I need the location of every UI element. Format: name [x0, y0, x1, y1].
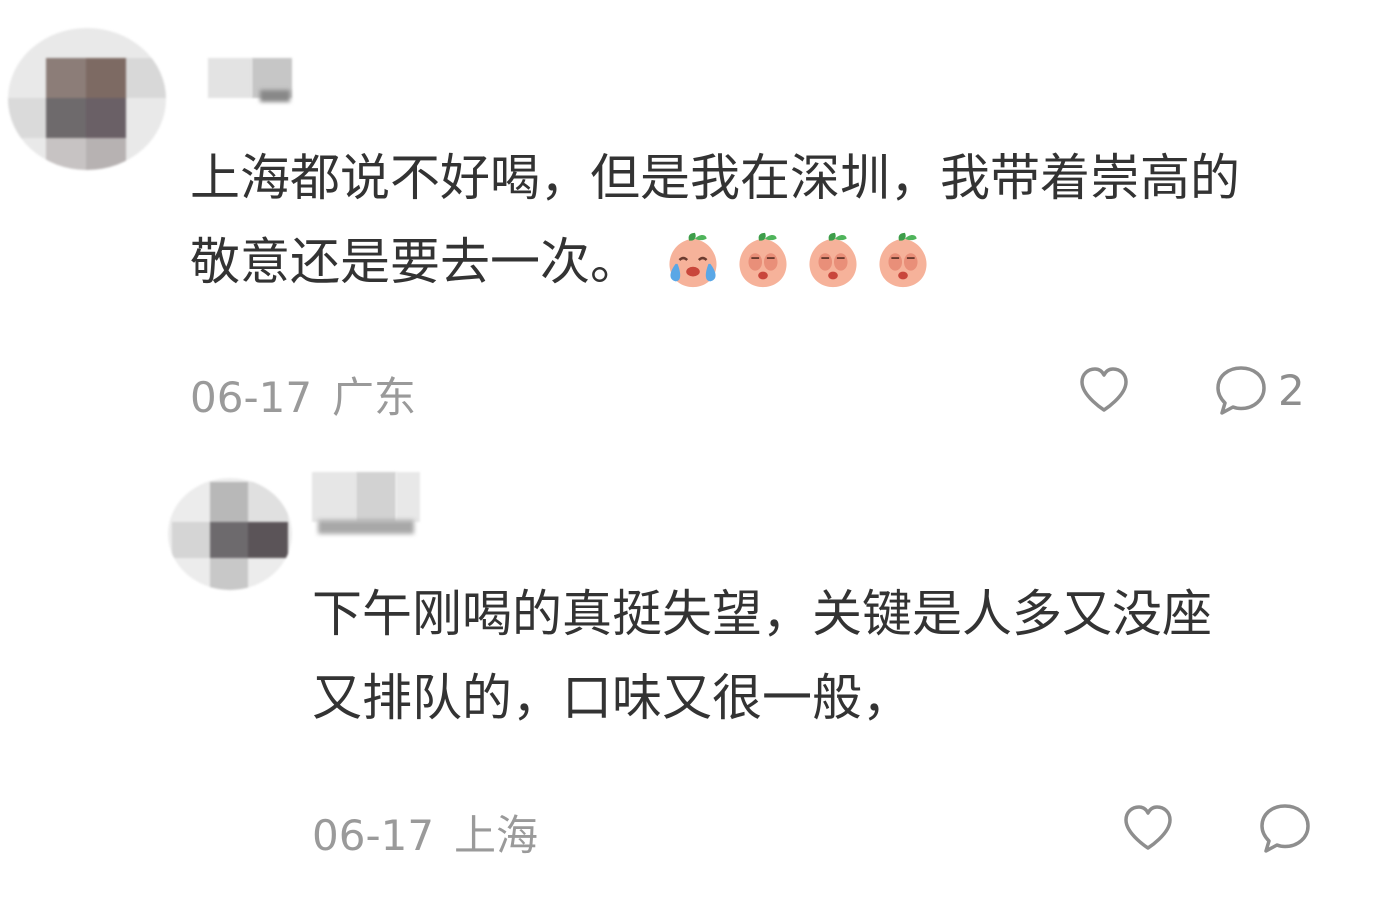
heart-outline-icon	[1080, 367, 1128, 412]
reply-text: 下午刚喝的真挺失望，关键是人多又没座 又排队的，口味又很一般，	[312, 572, 1332, 740]
comment-text: 上海都说不好喝，但是我在深圳，我带着崇高的 敬意还是要去一次。	[190, 136, 1340, 304]
comment-thread: 上海都说不好喝，但是我在深圳，我带着崇高的 敬意还是要去一次。 06-17 广东…	[0, 0, 1399, 904]
reply-button[interactable]: 2	[1214, 364, 1305, 416]
comment-date: 06-17	[190, 373, 313, 422]
comment-meta: 06-17 广东	[190, 364, 416, 425]
facepalm-peach-emoji	[809, 232, 857, 287]
username-blurred[interactable]	[312, 472, 422, 542]
emoji-row	[662, 229, 934, 291]
reply-button[interactable]	[1258, 802, 1312, 854]
speech-bubble-icon	[1260, 804, 1310, 853]
speech-bubble-icon	[1216, 366, 1266, 415]
comment-text-line: 敬意还是要去一次。	[190, 220, 1340, 304]
facepalm-peach-emoji	[739, 232, 787, 287]
reply-count: 2	[1278, 365, 1305, 415]
comment-text-line: 上海都说不好喝，但是我在深圳，我带着崇高的	[190, 149, 1240, 207]
comment-date: 06-17	[312, 811, 435, 860]
crying-peach-emoji	[669, 232, 717, 287]
heart-outline-icon	[1124, 805, 1172, 850]
avatar[interactable]	[8, 28, 166, 170]
comment-meta: 06-17 上海	[312, 802, 538, 863]
comment-text-line: 下午刚喝的真挺失望，关键是人多又没座	[312, 585, 1212, 643]
avatar[interactable]	[168, 478, 292, 590]
username-blurred[interactable]	[208, 56, 298, 104]
facepalm-peach-emoji	[879, 232, 927, 287]
like-button[interactable]	[1122, 804, 1174, 852]
comment-region: 上海	[454, 811, 539, 860]
like-button[interactable]	[1078, 366, 1130, 414]
comment-text-line: 又排队的，口味又很一般，	[312, 669, 912, 727]
comment-region: 广东	[332, 373, 417, 422]
